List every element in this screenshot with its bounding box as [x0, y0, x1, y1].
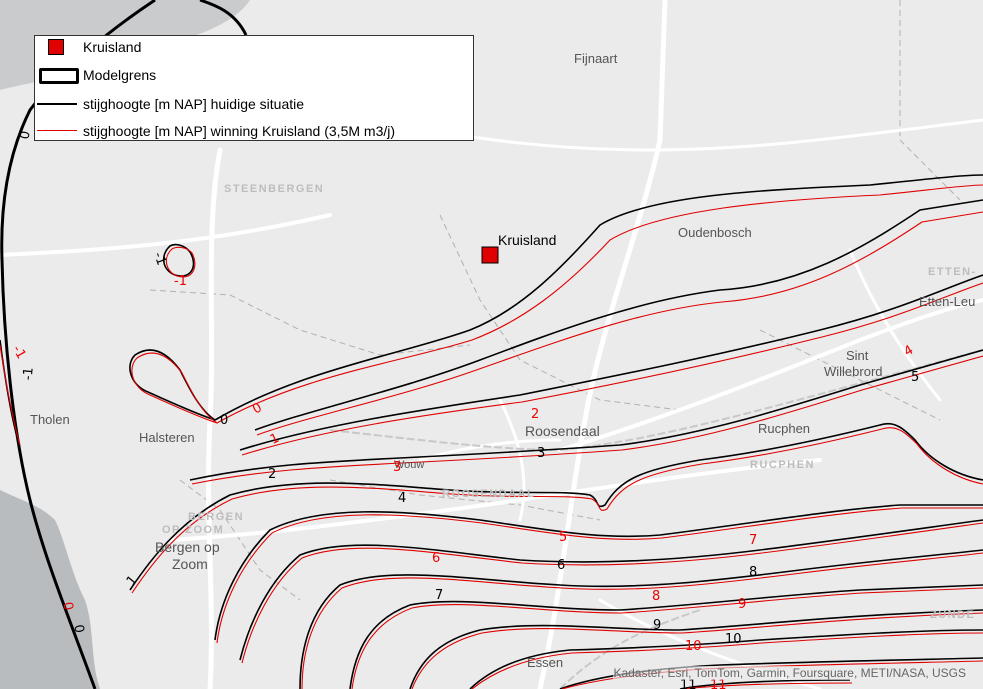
contour-label: 6: [432, 551, 440, 566]
place-fijnaart: Fijnaart: [574, 51, 618, 66]
place-zoom: Zoom: [172, 556, 208, 572]
place-willebrord: Willebrord: [824, 364, 883, 379]
contour-label: 4: [902, 343, 917, 360]
legend-item-scenario: stijghoogte [m NAP] winning Kruisland (3…: [35, 120, 473, 142]
place-bergen-op: Bergen op: [155, 539, 220, 555]
contour-label: 1: [124, 573, 141, 589]
contour-label: -1: [9, 343, 28, 362]
region-bergen-2: OP ZOOM: [162, 524, 224, 536]
contour-label: 5: [911, 370, 919, 385]
map-view[interactable]: Fijnaart STEENBERGEN Oudenbosch ETTEN- E…: [0, 0, 983, 689]
red-line-icon: [35, 120, 83, 142]
legend-label: Kruisland: [83, 39, 142, 55]
contour-label: 6: [557, 558, 565, 573]
place-essen: Essen: [527, 655, 563, 670]
contour-label: 10: [685, 639, 702, 654]
place-tholen: Tholen: [30, 412, 70, 427]
legend-label: stijghoogte [m NAP] winning Kruisland (3…: [83, 123, 396, 139]
place-oudenbosch: Oudenbosch: [678, 225, 752, 240]
place-etten-leur: Etten-Leu: [919, 294, 975, 309]
contour-label: 9: [738, 597, 746, 612]
legend-item-kruisland: Kruisland: [35, 36, 473, 58]
contour-label: 8: [652, 589, 660, 604]
contour-label: 9: [653, 618, 661, 633]
place-sint: Sint: [846, 348, 869, 363]
region-steenbergen: STEENBERGEN: [224, 183, 324, 195]
contour-label: 3: [393, 460, 401, 475]
outline-box-icon: [35, 64, 83, 86]
map-attribution: Kadaster, Esri, TomTom, Garmin, Foursqua…: [613, 666, 966, 680]
contour-label: 7: [435, 588, 443, 603]
kruisland-label: Kruisland: [498, 232, 557, 248]
contour-label: -1: [150, 250, 169, 267]
region-zundert: ZUNDE: [930, 609, 975, 621]
contour-label: 7: [749, 533, 757, 548]
region-bergen-1: BERGEN: [188, 511, 244, 523]
legend-label: Modelgrens: [83, 67, 157, 83]
kruisland-marker[interactable]: [481, 246, 499, 264]
red-square-icon: [35, 36, 83, 58]
contour-label: 0: [250, 400, 265, 417]
region-etten: ETTEN-: [928, 266, 977, 278]
contour-label: 3: [537, 446, 545, 461]
contour-label: 2: [268, 467, 276, 482]
legend-item-current: stijghoogte [m NAP] huidige situatie: [35, 93, 473, 115]
place-halsteren: Halsteren: [139, 430, 195, 445]
contour-label: -1: [174, 274, 187, 289]
region-rucphen: RUCPHEN: [750, 459, 815, 471]
map-legend: Kruisland Modelgrens stijghoogte [m NAP]…: [34, 35, 474, 141]
contour-label: 5: [559, 530, 567, 545]
contour-label: -1: [21, 367, 37, 381]
black-line-icon: [35, 93, 83, 115]
contour-label: 10: [725, 632, 742, 647]
region-roosendaal: ROOSENDAAL: [442, 488, 535, 500]
railways: [329, 349, 983, 689]
place-rucphen: Rucphen: [758, 421, 810, 436]
legend-item-modelgrens: Modelgrens: [35, 64, 473, 86]
contour-label: 0: [18, 130, 34, 141]
place-roosendaal: Roosendaal: [525, 423, 600, 439]
contour-label: 0: [220, 413, 228, 428]
legend-label: stijghoogte [m NAP] huidige situatie: [83, 96, 305, 112]
contour-label: 8: [749, 565, 757, 580]
contour-label: 2: [531, 407, 539, 422]
contour-label: 4: [398, 491, 406, 506]
